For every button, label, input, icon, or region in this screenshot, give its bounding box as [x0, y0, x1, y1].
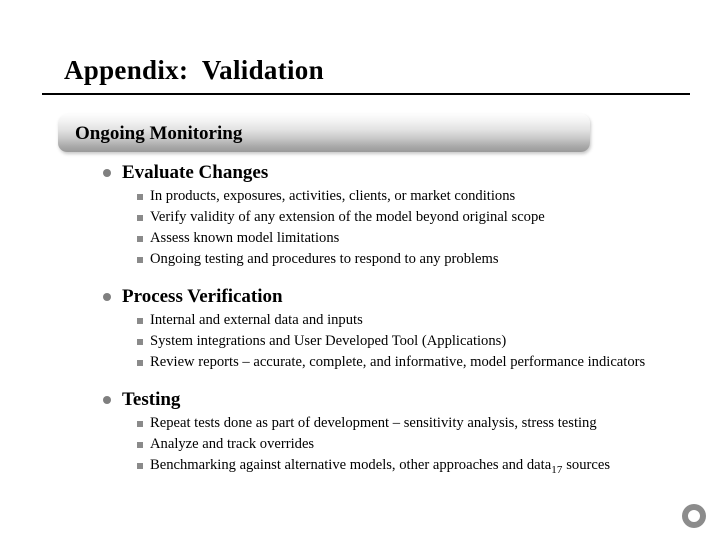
- list-item: Assess known model limitations: [0, 228, 720, 249]
- list-item-text: In products, exposures, activities, clie…: [150, 188, 516, 204]
- section-testing: Testing Repeat tests done as part of dev…: [0, 387, 720, 481]
- list-item: Ongoing testing and procedures to respon…: [0, 249, 720, 270]
- list-item: Verify validity of any extension of the …: [0, 207, 720, 228]
- section-heading: Evaluate Changes: [0, 160, 720, 185]
- section-evaluate-changes: Evaluate Changes In products, exposures,…: [0, 160, 720, 270]
- list-item-text: Review reports – accurate, complete, and…: [150, 354, 646, 370]
- title-block: Appendix: Validation: [42, 55, 690, 95]
- list-item: Benchmarking against alternative models,…: [0, 455, 720, 481]
- slide-body: Evaluate Changes In products, exposures,…: [0, 160, 720, 481]
- title-divider: [42, 92, 690, 95]
- bullet-list: Internal and external data and inputs Sy…: [0, 310, 720, 373]
- list-item-text: Verify validity of any extension of the …: [150, 209, 545, 225]
- bullet-list: Repeat tests done as part of development…: [0, 413, 720, 481]
- slide-canvas: Appendix: Validation Ongoing Monitoring …: [0, 0, 720, 540]
- list-item: Internal and external data and inputs: [0, 310, 720, 331]
- section-heading: Process Verification: [0, 284, 720, 309]
- bullet-square-icon: [137, 318, 143, 324]
- bullet-square-icon: [137, 442, 143, 448]
- bullet-square-icon: [137, 463, 143, 469]
- section-banner: Ongoing Monitoring: [58, 114, 590, 152]
- bullet-square-icon: [137, 339, 143, 345]
- bullet-square-icon: [137, 257, 143, 263]
- page-title: Appendix: Validation: [64, 55, 324, 85]
- list-item-text: Benchmarking against alternative models,…: [150, 457, 611, 476]
- list-item-text: Assess known model limitations: [150, 230, 340, 246]
- list-item: In products, exposures, activities, clie…: [0, 186, 720, 207]
- bullet-square-icon: [137, 194, 143, 200]
- section-heading-label: Process Verification: [122, 286, 283, 307]
- list-item-text: Analyze and track overrides: [150, 436, 315, 452]
- sync-circular-arrow-icon[interactable]: [678, 500, 710, 532]
- bullet-square-icon: [137, 421, 143, 427]
- section-banner-label: Ongoing Monitoring: [75, 122, 243, 144]
- section-process-verification: Process Verification Internal and extern…: [0, 284, 720, 373]
- list-item-text: Ongoing testing and procedures to respon…: [150, 251, 499, 267]
- list-item: System integrations and User Developed T…: [0, 331, 720, 352]
- section-heading: Testing: [0, 387, 720, 412]
- page-number: 17: [551, 464, 563, 476]
- section-heading-label: Testing: [122, 389, 181, 410]
- bullet-square-icon: [137, 236, 143, 242]
- list-item: Analyze and track overrides: [0, 434, 720, 455]
- list-item-text: System integrations and User Developed T…: [150, 333, 507, 349]
- list-item: Review reports – accurate, complete, and…: [0, 352, 720, 373]
- section-heading-label: Evaluate Changes: [122, 162, 269, 183]
- list-item: Repeat tests done as part of development…: [0, 413, 720, 434]
- bullet-dot-icon: [103, 293, 111, 301]
- list-item-text: Repeat tests done as part of development…: [150, 415, 597, 431]
- bullet-dot-icon: [103, 396, 111, 404]
- list-item-text: Internal and external data and inputs: [150, 312, 363, 328]
- bullet-square-icon: [137, 215, 143, 221]
- bullet-dot-icon: [103, 169, 111, 177]
- bullet-square-icon: [137, 360, 143, 366]
- bullet-list: In products, exposures, activities, clie…: [0, 186, 720, 270]
